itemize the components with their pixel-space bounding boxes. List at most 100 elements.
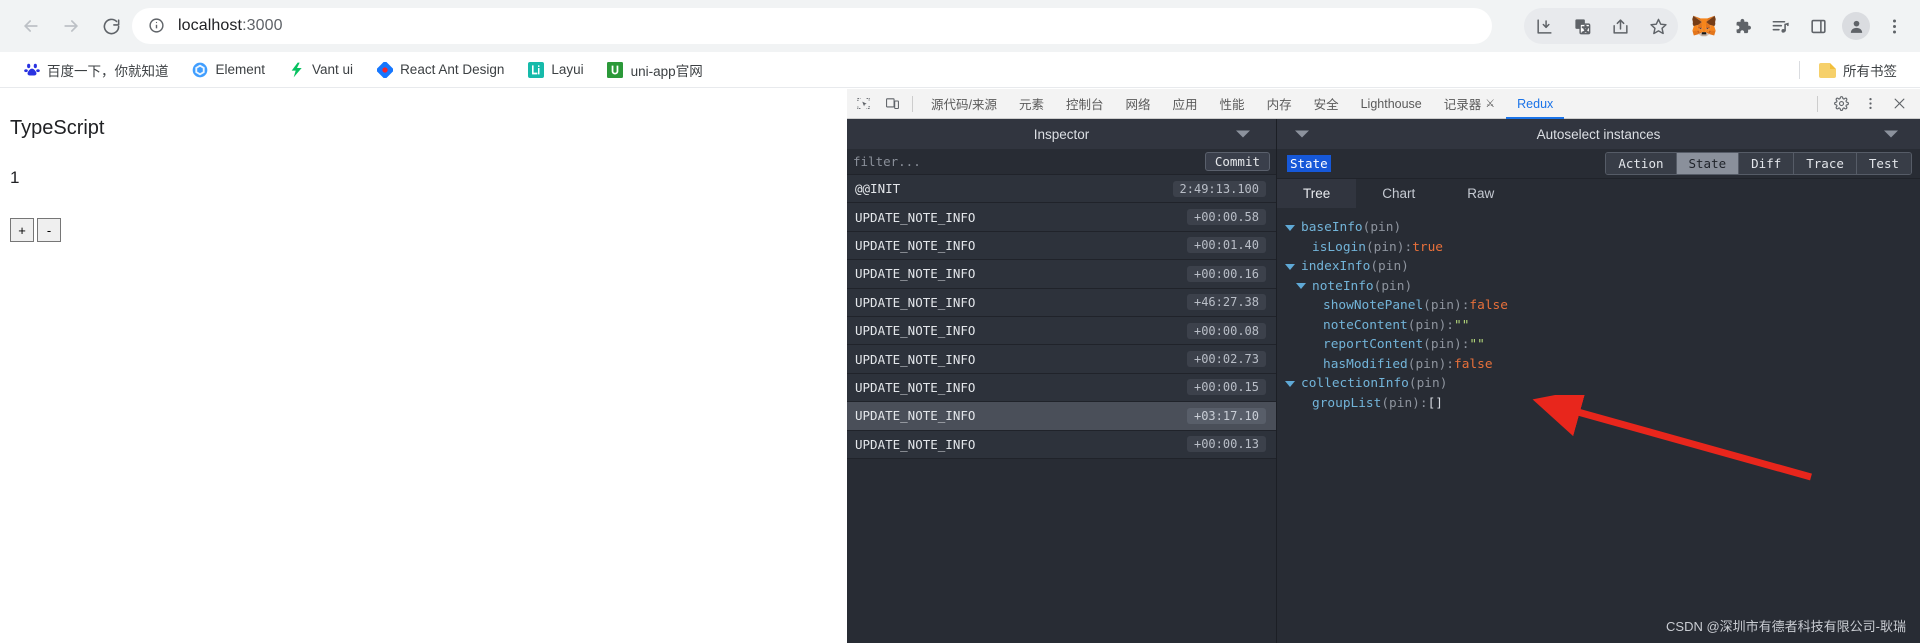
star-icon[interactable] — [1640, 8, 1676, 44]
chrome-menu-icon[interactable] — [1876, 8, 1912, 44]
chevron-down-icon[interactable] — [1236, 130, 1250, 138]
pin-label: (pin) — [1362, 220, 1402, 235]
inspector-title: Inspector — [1033, 126, 1090, 142]
counter-value: 1 — [10, 168, 20, 187]
tab-performance[interactable]: 性能 — [1209, 89, 1256, 119]
tab-elements[interactable]: 元素 — [1008, 89, 1055, 119]
more-vertical-icon[interactable] — [1857, 91, 1883, 117]
state-tree-node[interactable]: groupList (pin): [] — [1285, 394, 1920, 414]
all-bookmarks-button[interactable]: 所有书签 — [1810, 56, 1906, 84]
action-row[interactable]: UPDATE_NOTE_INFO +00:00.15 — [847, 373, 1276, 403]
download-icon[interactable] — [1526, 8, 1562, 44]
tab-console[interactable]: 控制台 — [1055, 89, 1115, 119]
bookmark-element[interactable]: Element — [183, 57, 275, 82]
state-tree-node[interactable]: noteInfo (pin) — [1285, 277, 1920, 297]
state-tree-node[interactable]: isLogin (pin): true — [1285, 238, 1920, 258]
action-row[interactable]: UPDATE_NOTE_INFO +00:00.58 — [847, 203, 1276, 232]
triangle-expanded-icon[interactable] — [1285, 263, 1295, 270]
metamask-fox-icon[interactable] — [1686, 8, 1722, 44]
segment-trace[interactable]: Trace — [1794, 153, 1857, 174]
tab-security[interactable]: 安全 — [1303, 89, 1350, 119]
tab-raw[interactable]: Raw — [1441, 179, 1520, 208]
reload-icon[interactable] — [94, 9, 128, 43]
action-row[interactable]: UPDATE_NOTE_INFO +46:27.38 — [847, 288, 1276, 317]
state-tree-node[interactable]: indexInfo (pin) — [1285, 257, 1920, 277]
side-panel-icon[interactable] — [1800, 8, 1836, 44]
segment-action[interactable]: Action — [1606, 153, 1677, 174]
state-tree-node[interactable]: showNotePanel (pin): false — [1285, 296, 1920, 316]
chevron-down-icon[interactable] — [1295, 130, 1309, 138]
back-arrow-icon[interactable] — [14, 9, 48, 43]
state-key: isLogin — [1312, 239, 1366, 255]
state-tree-node[interactable]: reportContent (pin): "" — [1285, 335, 1920, 355]
triangle-expanded-icon[interactable] — [1285, 380, 1295, 387]
reading-list-icon[interactable] — [1762, 8, 1798, 44]
action-timestamp: +00:00.58 — [1186, 209, 1266, 226]
state-tree-node[interactable]: noteContent (pin): "" — [1285, 316, 1920, 336]
translate-icon[interactable]: G文 — [1564, 8, 1600, 44]
colon: : — [1461, 298, 1470, 313]
state-tree[interactable]: baseInfo (pin) isLogin (pin): true indexIn… — [1277, 208, 1920, 643]
tab-network[interactable]: 网络 — [1115, 89, 1162, 119]
inspect-element-icon[interactable] — [850, 91, 876, 117]
commit-button[interactable]: Commit — [1204, 152, 1270, 171]
tab-recorder[interactable]: 记录器 ⚔ — [1433, 89, 1506, 119]
tab-redux[interactable]: Redux — [1506, 89, 1564, 119]
info-circle-icon[interactable] — [148, 17, 166, 35]
tab-tree[interactable]: Tree — [1277, 179, 1357, 208]
colon: : — [1446, 317, 1454, 333]
instances-title: Autoselect instances — [1536, 126, 1661, 142]
share-icon[interactable] — [1602, 8, 1638, 44]
profile-avatar-icon[interactable] — [1838, 8, 1874, 44]
triangle-expanded-icon[interactable] — [1296, 283, 1306, 290]
increment-button[interactable]: + — [10, 218, 34, 242]
segment-test[interactable]: Test — [1856, 153, 1911, 174]
tab-sources[interactable]: 源代码/来源 — [920, 89, 1008, 119]
device-toolbar-icon[interactable] — [879, 91, 905, 117]
action-list[interactable]: @@INIT 2:49:13.100 UPDATE_NOTE_INFO +00:00.… — [847, 175, 1276, 643]
action-row[interactable]: UPDATE_NOTE_INFO +00:02.73 — [847, 345, 1276, 374]
tab-application[interactable]: 应用 — [1162, 89, 1209, 119]
state-key: hasModified — [1323, 356, 1408, 372]
triangle-expanded-icon[interactable] — [1285, 224, 1295, 231]
tab-lighthouse[interactable]: Lighthouse — [1350, 89, 1433, 119]
filter-input[interactable] — [853, 154, 1205, 169]
forward-arrow-icon[interactable] — [54, 9, 88, 43]
address-bar[interactable]: localhost:3000 — [132, 8, 1492, 44]
action-row[interactable]: UPDATE_NOTE_INFO +03:17.10 — [847, 402, 1276, 431]
tab-chart[interactable]: Chart — [1356, 179, 1441, 208]
state-tree-node[interactable]: hasModified (pin): false — [1285, 355, 1920, 375]
bookmark-vant-ui[interactable]: Vant ui — [279, 57, 362, 82]
tab-memory[interactable]: 内存 — [1256, 89, 1303, 119]
close-icon[interactable] — [1886, 91, 1912, 117]
bookmark-react-ant-design[interactable]: React Ant Design — [367, 57, 513, 82]
state-tree-node[interactable]: baseInfo (pin) — [1285, 218, 1920, 238]
chevron-down-icon[interactable] — [1884, 130, 1898, 138]
action-row[interactable]: @@INIT 2:49:13.100 — [847, 175, 1276, 204]
action-timestamp: +00:02.73 — [1186, 351, 1266, 368]
state-value: "" — [1454, 317, 1470, 333]
state-key: collectionInfo — [1301, 376, 1409, 391]
action-timestamp: +00:00.15 — [1186, 379, 1266, 396]
browser-toolbar: localhost:3000 G文 — [0, 0, 1920, 52]
action-row[interactable]: UPDATE_NOTE_INFO +00:00.08 — [847, 316, 1276, 346]
action-name: UPDATE_NOTE_INFO — [855, 436, 976, 452]
bookmark-layui[interactable]: Layui — [518, 57, 592, 82]
settings-gear-icon[interactable] — [1828, 91, 1854, 117]
bookmark-baidu[interactable]: 百度一下，你就知道 — [14, 56, 178, 84]
extensions-puzzle-icon[interactable] — [1724, 8, 1760, 44]
filter-row: Commit — [847, 149, 1276, 175]
action-row[interactable]: UPDATE_NOTE_INFO +00:01.40 — [847, 231, 1276, 261]
segment-state[interactable]: State — [1676, 153, 1740, 174]
state-tree-node[interactable]: collectionInfo (pin) — [1285, 374, 1920, 394]
bookmark-uniapp[interactable]: uni-app官网 — [598, 56, 712, 84]
action-row[interactable]: UPDATE_NOTE_INFO +00:00.13 — [847, 430, 1276, 459]
screenshot-root: localhost:3000 G文 — [0, 0, 1920, 643]
segment-diff[interactable]: Diff — [1739, 153, 1795, 174]
state-value: false — [1454, 356, 1493, 372]
pin-label: (pin) — [1423, 337, 1462, 352]
action-row[interactable]: UPDATE_NOTE_INFO +00:00.16 — [847, 260, 1276, 289]
decrement-button[interactable]: - — [37, 218, 61, 242]
page-content: TypeScript 1 + - — [0, 89, 847, 643]
state-key: baseInfo — [1301, 220, 1363, 235]
